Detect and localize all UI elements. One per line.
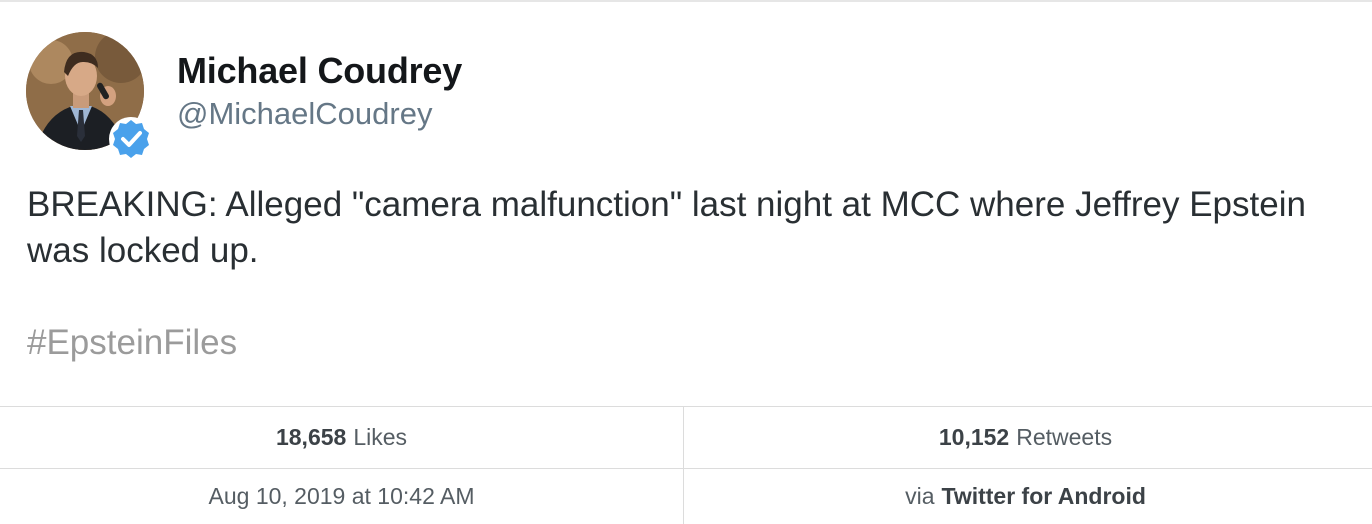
source-app[interactable]: Twitter for Android — [941, 483, 1145, 510]
hashtag-link[interactable]: #EpsteinFiles — [27, 320, 237, 366]
author-handle[interactable]: @MichaelCoudrey — [177, 96, 432, 132]
likes-count: 18,658 — [275, 424, 347, 450]
tweet-timestamp[interactable]: Aug 10, 2019 at 10:42 AM — [0, 469, 683, 524]
verified-badge-icon — [108, 116, 154, 162]
tweet-source[interactable]: via Twitter for Android — [684, 469, 1367, 524]
likes-stat[interactable]: 18,658 Likes — [0, 407, 683, 468]
tweet-card: Michael Coudrey @MichaelCoudrey BREAKING… — [0, 0, 1372, 524]
timestamp-text: Aug 10, 2019 at 10:42 AM — [208, 483, 475, 509]
retweets-stat[interactable]: 10,152 Retweets — [684, 407, 1367, 468]
author-avatar[interactable] — [26, 32, 153, 161]
retweets-count: 10,152 — [938, 424, 1010, 450]
top-divider — [0, 0, 1372, 2]
likes-label: Likes — [353, 424, 408, 450]
tweet-stats-grid: 18,658 Likes 10,152 Retweets Aug 10, 2019 … — [0, 406, 1372, 524]
retweets-label: Retweets — [1016, 424, 1113, 450]
via-label: via — [905, 483, 935, 509]
tweet-text: BREAKING: Alleged "camera malfunction" l… — [27, 185, 1306, 270]
author-name[interactable]: Michael Coudrey — [177, 50, 462, 92]
